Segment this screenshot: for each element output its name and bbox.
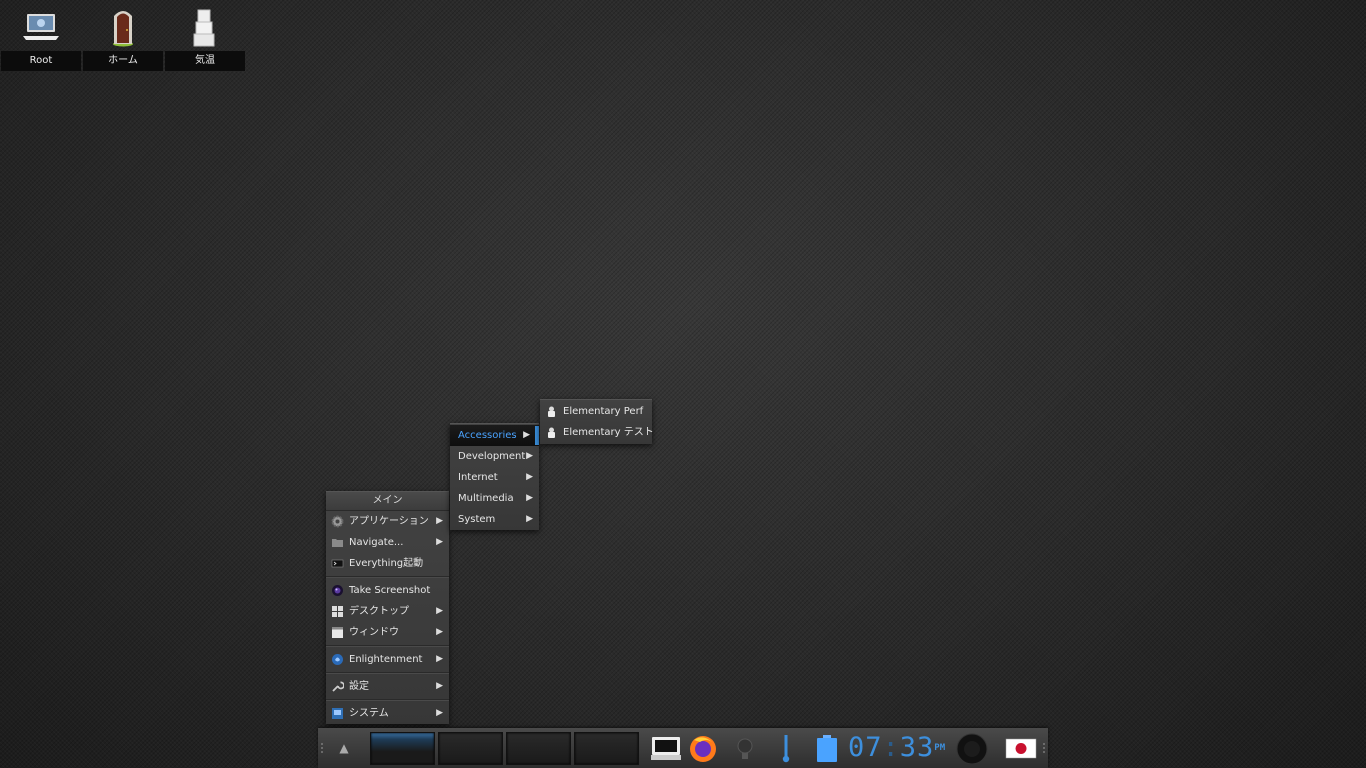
menu-item-take-screenshot[interactable]: Take Screenshot xyxy=(326,580,449,601)
clock-ampm: PM xyxy=(934,743,946,753)
pager-desk-2[interactable] xyxy=(438,732,503,765)
menu-item-desktop[interactable]: デスクトップ ▶ xyxy=(326,601,449,622)
menu-item-settings[interactable]: 設定 ▶ xyxy=(326,676,449,697)
menu-item-label: ウィンドウ xyxy=(349,627,399,638)
chevron-right-icon: ▶ xyxy=(526,451,533,461)
menu-item-system[interactable]: システム ▶ xyxy=(326,703,449,724)
menu-item-label: Accessories xyxy=(458,430,517,441)
selection-indicator xyxy=(535,426,539,445)
elementary-icon xyxy=(548,427,555,438)
menu-item-development[interactable]: Development ▶ xyxy=(450,446,539,467)
menu-item-label: Take Screenshot xyxy=(349,585,431,596)
menu-separator xyxy=(326,672,449,674)
wrench-icon xyxy=(332,681,344,692)
menu-item-everything[interactable]: Everything起動 xyxy=(326,553,449,574)
menu-item-label: Enlightenment xyxy=(349,654,423,665)
menu-item-label: 設定 xyxy=(349,681,369,692)
japan-flag-icon[interactable] xyxy=(1004,732,1038,764)
menu-separator xyxy=(326,699,449,701)
menu-item-multimedia[interactable]: Multimedia ▶ xyxy=(450,488,539,509)
chevron-right-icon: ▶ xyxy=(526,493,533,503)
menu-item-label: デスクトップ xyxy=(349,606,409,617)
volume-knob-icon[interactable] xyxy=(954,732,990,764)
battery-icon[interactable] xyxy=(812,732,842,764)
pager xyxy=(370,732,639,765)
clock-minutes: 33 xyxy=(899,732,935,763)
chevron-right-icon: ▶ xyxy=(526,472,533,482)
shelf: ▲ 07:33PM xyxy=(318,728,1048,768)
temperature-icon xyxy=(193,9,215,47)
menu-item-system-category[interactable]: System ▶ xyxy=(450,509,539,530)
camera-icon xyxy=(332,585,343,596)
menu-item-enlightenment[interactable]: Enlightenment ▶ xyxy=(326,649,449,670)
shelf-grip-right[interactable] xyxy=(1043,742,1045,754)
accessories-submenu: Elementary Perf Elementary テスト xyxy=(540,399,654,444)
menu-item-label: システム xyxy=(349,708,389,719)
start-menu-button[interactable]: ▲ xyxy=(332,734,356,762)
system-icon xyxy=(332,708,343,719)
firefox-icon[interactable] xyxy=(686,732,720,764)
menu-item-label: Development xyxy=(458,451,526,462)
terminal-launcher-icon[interactable] xyxy=(648,732,684,764)
chevron-right-icon: ▶ xyxy=(523,430,530,440)
desktop-icon-label: Root xyxy=(1,51,81,71)
menu-item-label: Elementary Perf xyxy=(563,406,644,417)
desktop-icons: Root ホーム 気温 xyxy=(0,0,246,72)
desktop-icon-label: ホーム xyxy=(83,51,163,71)
menu-item-window[interactable]: ウィンドウ ▶ xyxy=(326,622,449,643)
desktop-icon-root[interactable]: Root xyxy=(0,0,82,72)
clock[interactable]: 07:33PM xyxy=(848,731,945,765)
thermometer-icon[interactable] xyxy=(774,732,798,764)
menu-item-elementary-test[interactable]: Elementary テスト xyxy=(540,422,654,443)
desktop-grid-icon xyxy=(332,606,343,617)
chevron-right-icon: ▶ xyxy=(436,537,443,547)
menu-item-applications[interactable]: アプリケーション ▶ xyxy=(326,511,449,532)
menu-item-label: Navigate... xyxy=(349,537,404,548)
chevron-right-icon: ▶ xyxy=(526,514,533,524)
chevron-right-icon: ▶ xyxy=(436,681,443,691)
terminal-icon xyxy=(331,559,344,568)
clock-colon: : xyxy=(882,732,900,763)
shelf-grip-left[interactable] xyxy=(321,742,323,754)
menu-separator xyxy=(326,645,449,647)
menu-item-navigate[interactable]: Navigate... ▶ xyxy=(326,532,449,553)
clock-hours: 07 xyxy=(848,732,883,763)
menu-item-label: Multimedia xyxy=(458,493,514,504)
window-icon xyxy=(332,627,343,638)
chevron-up-icon: ▲ xyxy=(339,741,349,755)
menu-item-label: Elementary テスト xyxy=(563,427,654,438)
menu-item-label: Everything起動 xyxy=(349,558,424,569)
chevron-right-icon: ▶ xyxy=(436,627,443,637)
chevron-right-icon: ▶ xyxy=(436,708,443,718)
menu-item-label: Internet xyxy=(458,472,498,483)
pager-desk-1[interactable] xyxy=(370,732,435,765)
home-door-icon xyxy=(113,11,133,47)
menu-item-label: アプリケーション xyxy=(349,516,429,527)
computer-icon xyxy=(23,14,59,40)
desktop-icon-temperature[interactable]: 気温 xyxy=(164,0,246,72)
gear-icon xyxy=(331,515,344,528)
pager-desk-4[interactable] xyxy=(574,732,639,765)
chevron-right-icon: ▶ xyxy=(436,516,443,526)
menu-separator xyxy=(326,576,449,578)
pager-desk-3[interactable] xyxy=(506,732,571,765)
lightbulb-icon[interactable] xyxy=(730,732,760,764)
desktop-icon-label: 気温 xyxy=(165,51,245,71)
menu-item-accessories[interactable]: Accessories ▶ xyxy=(450,425,539,446)
enlightenment-icon xyxy=(332,654,343,665)
applications-submenu: Accessories ▶ Development ▶ Internet ▶ M… xyxy=(450,423,539,530)
folder-icon xyxy=(332,539,343,547)
chevron-right-icon: ▶ xyxy=(436,606,443,616)
chevron-right-icon: ▶ xyxy=(436,654,443,664)
desktop-icon-home[interactable]: ホーム xyxy=(82,0,164,72)
menu-item-label: System xyxy=(458,514,496,525)
main-menu: メイン アプリケーション ▶ Navigate... ▶ Everything起… xyxy=(326,491,449,724)
menu-item-elementary-perf[interactable]: Elementary Perf xyxy=(540,401,652,422)
menu-item-internet[interactable]: Internet ▶ xyxy=(450,467,539,488)
main-menu-title: メイン xyxy=(326,492,449,511)
elementary-icon xyxy=(548,406,555,417)
